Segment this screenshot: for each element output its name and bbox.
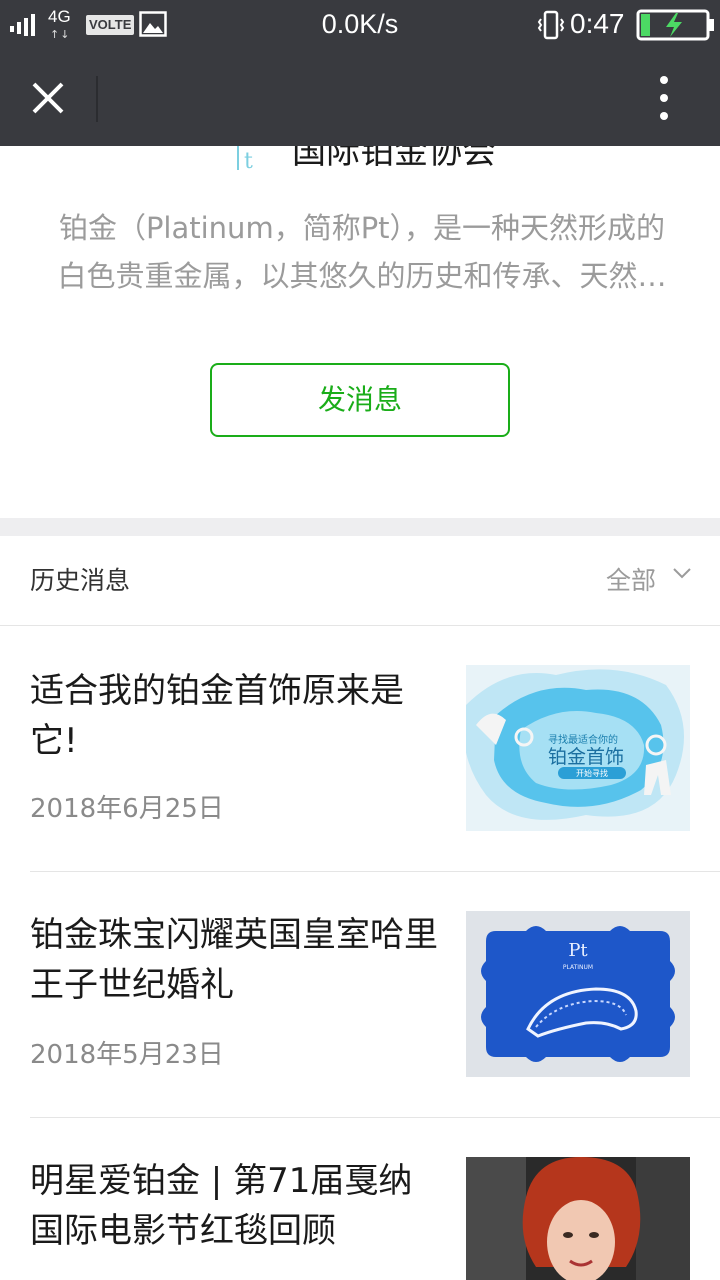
article-date: 2018年5月23日 [30, 1040, 224, 1070]
thumb-caption: 铂金首饰 [548, 746, 624, 768]
close-icon[interactable] [24, 74, 72, 122]
nav-divider [96, 76, 98, 122]
section-gap [0, 518, 720, 536]
svg-text:t: t [244, 149, 253, 174]
article-thumbnail[interactable] [466, 1157, 690, 1280]
chevron-down-icon[interactable] [672, 566, 692, 582]
article-title[interactable]: 明星爱铂金 | 第71届戛纳国际电影节红毯回顾 [30, 1156, 440, 1256]
article-thumbnail[interactable]: Pt PLATINUM [466, 911, 690, 1077]
article-date: 2018年6月25日 [30, 794, 224, 824]
history-filter[interactable]: 全部 [606, 564, 656, 598]
account-profile: t 国际铂金协会 铂金（Platinum，简称Pt），是一种天然形成的 白色贵重… [0, 146, 720, 518]
send-message-button[interactable]: 发消息 [210, 363, 510, 437]
article-item[interactable]: 明星爱铂金 | 第71届戛纳国际电影节红毯回顾 [0, 1118, 720, 1280]
red-carpet-thumbnail-image [466, 1157, 690, 1280]
article-title[interactable]: 适合我的铂金首饰原来是它! [30, 666, 440, 766]
article-title[interactable]: 铂金珠宝闪耀英国皇室哈里王子世纪婚礼 [30, 910, 440, 1010]
status-bar: 4G ↑↓ VOLTE 0.0K/s 0:47 [0, 0, 720, 50]
clock: 0:47 [570, 8, 625, 39]
article-thumbnail[interactable]: 寻找最适合你的 铂金首饰 开始寻找 [466, 665, 690, 831]
thumb-logo: Pt [568, 940, 588, 961]
account-description: 铂金（Platinum，简称Pt），是一种天然形成的 白色贵重金属，以其悠久的历… [38, 204, 686, 300]
nav-bar [0, 50, 720, 146]
history-title: 历史消息 [30, 566, 131, 595]
thumb-button: 开始寻找 [576, 768, 608, 778]
more-vertical-icon[interactable] [640, 72, 688, 124]
article-item[interactable]: 适合我的铂金首饰原来是它! 2018年6月25日 寻找最适合你的 铂金首饰 开始… [0, 626, 720, 872]
jewelry-thumbnail-image: 寻找最适合你的 铂金首饰 开始寻找 [466, 665, 690, 831]
description-line: 白色贵重金属，以其悠久的历史和传承、天然… [57, 259, 667, 293]
vibrate-icon [537, 10, 565, 40]
account-name: 国际铂金协会 [292, 146, 496, 172]
thumb-small-caption: 寻找最适合你的 [548, 733, 618, 746]
thumb-caption: PLATINUM [563, 964, 593, 971]
platinum-logo-icon: t [237, 146, 253, 174]
article-item[interactable]: 铂金珠宝闪耀英国皇室哈里王子世纪婚礼 2018年5月23日 Pt PLATINU… [0, 872, 720, 1118]
bracelet-thumbnail-image: Pt PLATINUM [466, 911, 690, 1077]
battery-charging-icon [636, 9, 714, 41]
description-line: 铂金（Platinum，简称Pt），是一种天然形成的 [58, 211, 666, 245]
history-header: 历史消息 全部 [0, 536, 720, 626]
